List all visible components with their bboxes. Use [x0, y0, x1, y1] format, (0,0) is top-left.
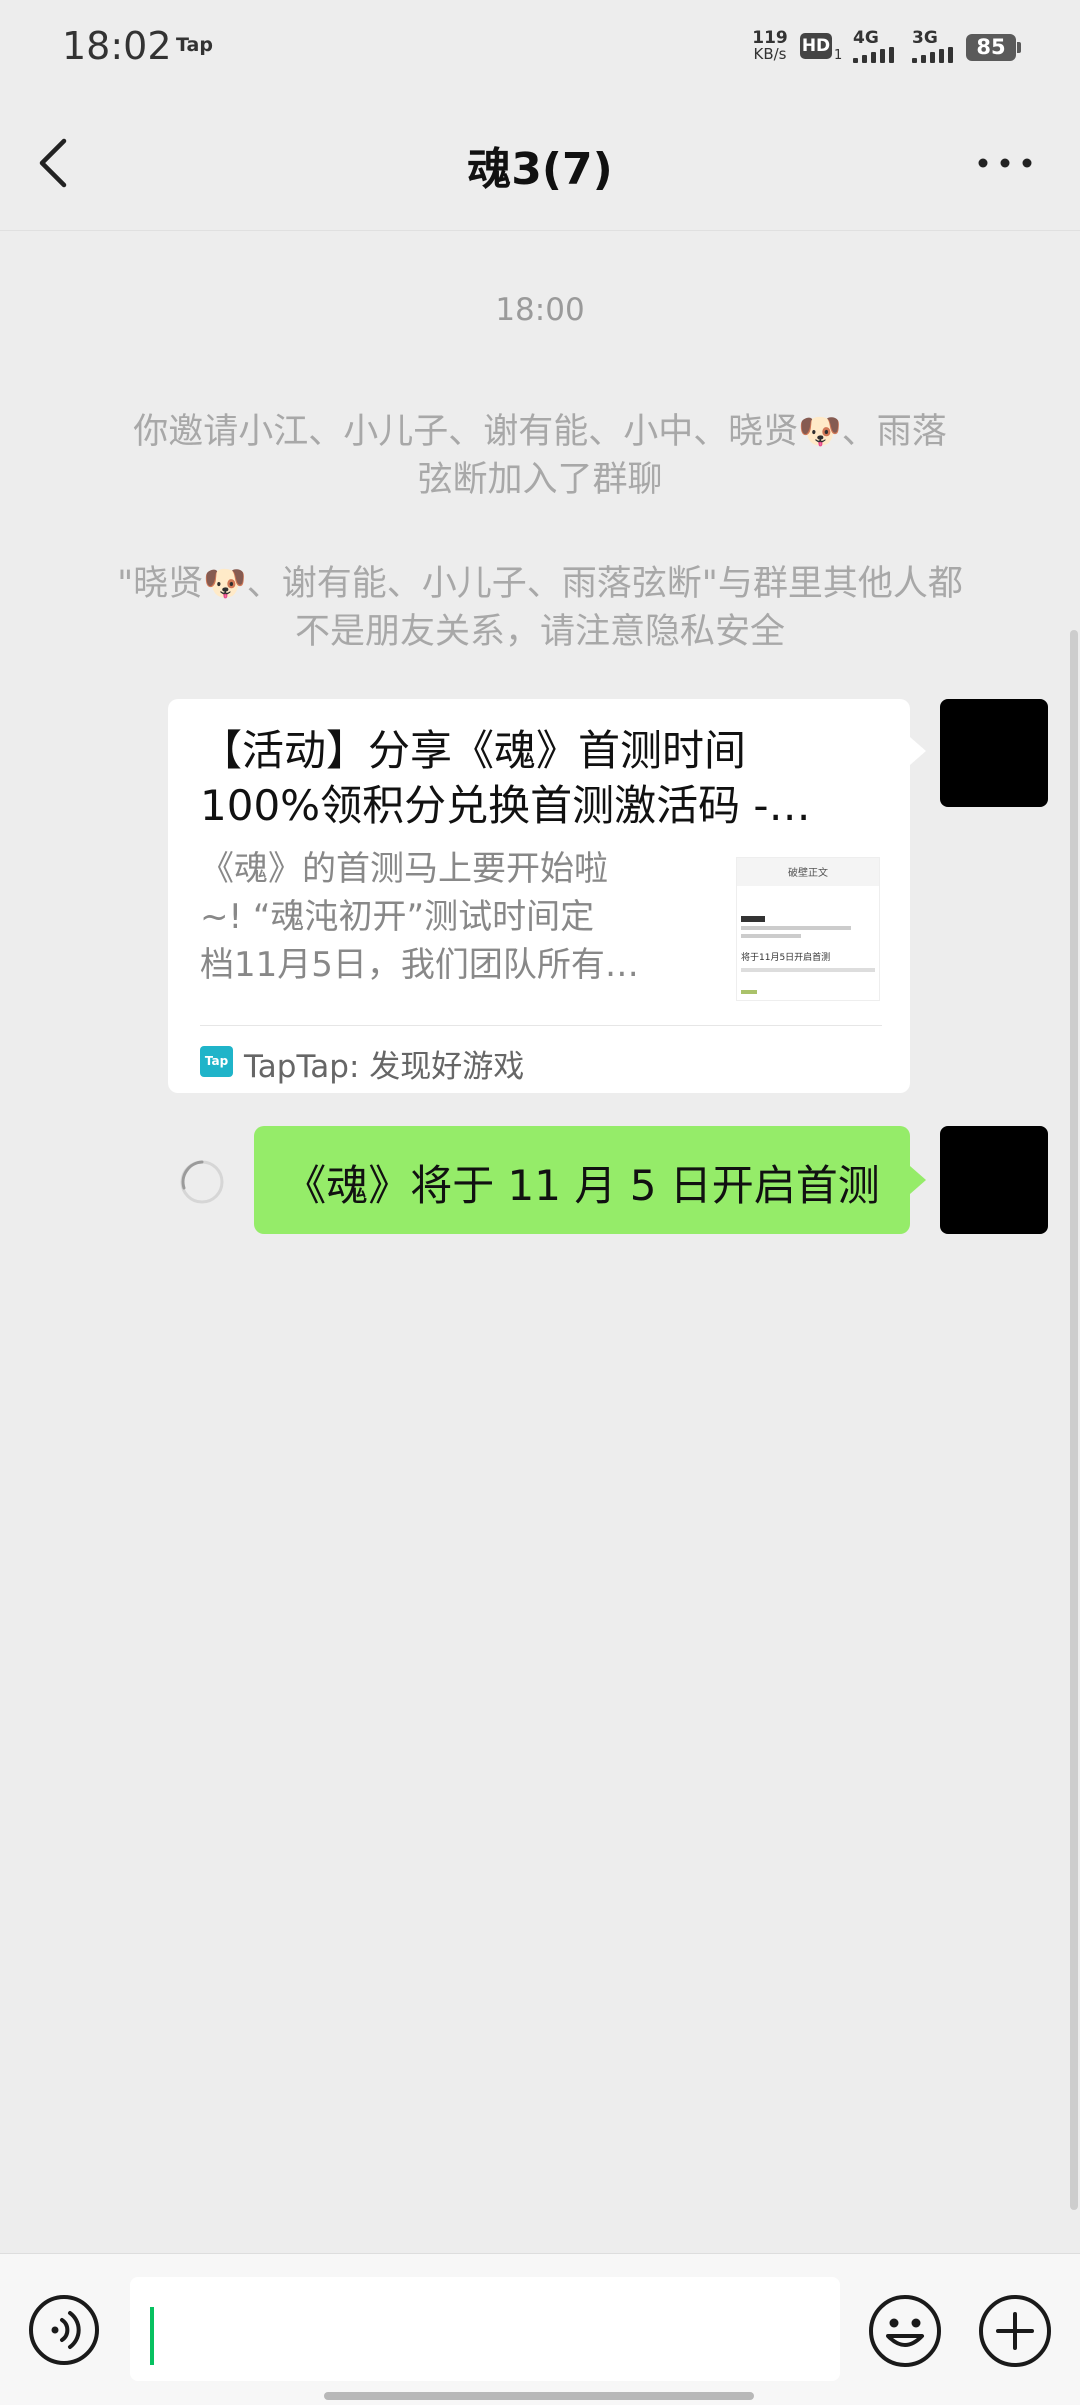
- avatar[interactable]: [940, 1126, 1048, 1234]
- signal-4g-icon: [853, 47, 899, 63]
- plus-circle-icon[interactable]: [978, 2294, 1052, 2368]
- network-speed-value: 119: [752, 28, 788, 48]
- text-caret: [150, 2307, 154, 2365]
- link-card-title-line: 【活动】分享《魂》首测时间: [200, 726, 747, 775]
- network-speed: 119 KB/s: [750, 28, 790, 63]
- status-bar: 18:02 Tap 119 KB/s HD 1 4G 3G 85: [0, 0, 1080, 95]
- more-dots-icon[interactable]: [970, 143, 1040, 183]
- network-speed-unit: KB/s: [753, 45, 787, 63]
- link-card-title: 【活动】分享《魂》首测时间 100%领积分兑换首测激活码 -…: [200, 723, 870, 833]
- link-card-desc-line: ~! “魂沌初开”测试时间定: [200, 897, 595, 937]
- thumbnail-header: 破壁正文: [788, 868, 828, 879]
- system-message-line: 你邀请小江、小儿子、谢有能、小中、晓贤🐶、雨落: [133, 412, 947, 452]
- network-4g-label: 4G: [853, 28, 879, 48]
- divider: [200, 1025, 882, 1026]
- thumbnail-line: 将于11月5日开启首测: [741, 953, 831, 963]
- system-message-line: 不是朋友关系，请注意隐私安全: [294, 612, 785, 652]
- link-card-thumbnail: 破壁正文 将于11月5日开启首测: [736, 857, 880, 1001]
- message-text: 《魂》将于 11 月 5 日开启首测: [284, 1161, 880, 1210]
- voice-icon[interactable]: [28, 2294, 100, 2366]
- link-card-title-line: 100%领积分兑换首测激活码 -…: [200, 781, 811, 830]
- chat-title: 魂3(7): [467, 144, 613, 195]
- hd-badge-sub: 1: [834, 48, 843, 63]
- link-card-source: TapTap: 发现好游戏: [244, 1049, 525, 1085]
- network-3g-label: 3G: [912, 28, 938, 48]
- link-card-description: 《魂》的首测马上要开始啦 ~! “魂沌初开”测试时间定 档11月5日，我们团队所…: [200, 845, 700, 989]
- home-indicator[interactable]: [324, 2392, 754, 2400]
- status-time: 18:02: [62, 24, 172, 68]
- battery-level: 85: [966, 34, 1016, 61]
- bubble-tail: [910, 1166, 926, 1194]
- battery-icon: [1017, 42, 1021, 53]
- scrollbar[interactable]: [1070, 630, 1078, 2210]
- message-input[interactable]: [130, 2277, 840, 2381]
- text-message-bubble[interactable]: 《魂》将于 11 月 5 日开启首测: [254, 1126, 910, 1234]
- chat-input-bar: [0, 2253, 1080, 2405]
- system-message-line: "晓贤🐶、谢有能、小儿子、雨落弦断"与群里其他人都: [117, 564, 963, 604]
- signal-3g-icon: [912, 47, 958, 63]
- message-timestamp: 18:00: [495, 292, 585, 328]
- status-app-label: Tap: [176, 34, 213, 56]
- system-message-invite: 你邀请小江、小儿子、谢有能、小中、晓贤🐶、雨落 弦断加入了群聊: [80, 408, 1000, 504]
- system-message-privacy: "晓贤🐶、谢有能、小儿子、雨落弦断"与群里其他人都 不是朋友关系，请注意隐私安全: [80, 560, 1000, 656]
- link-card-message[interactable]: 【活动】分享《魂》首测时间 100%领积分兑换首测激活码 -… 《魂》的首测马上…: [168, 699, 910, 1093]
- system-message-line: 弦断加入了群聊: [417, 460, 663, 500]
- link-card-desc-line: 《魂》的首测马上要开始啦: [200, 849, 608, 889]
- loading-spinner-icon: [180, 1160, 224, 1204]
- emoji-icon[interactable]: [868, 2294, 942, 2368]
- taptap-logo-icon: Tap: [200, 1046, 233, 1077]
- bubble-tail: [910, 737, 926, 765]
- link-card-desc-line: 档11月5日，我们团队所有…: [200, 945, 639, 985]
- chat-header: 魂3(7): [0, 95, 1080, 231]
- hd-badge: HD: [800, 33, 832, 59]
- avatar[interactable]: [940, 699, 1048, 807]
